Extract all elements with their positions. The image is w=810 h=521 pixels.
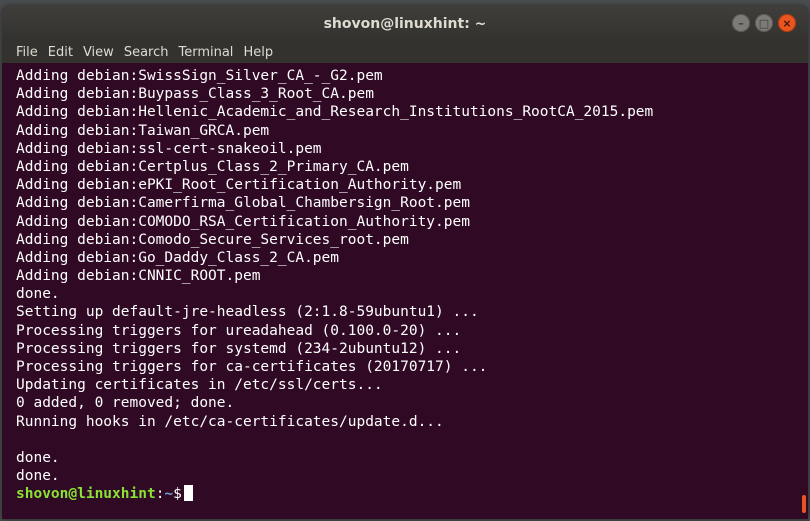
terminal-line: Adding debian:Hellenic_Academic_and_Rese… (16, 104, 654, 121)
text-cursor (183, 485, 193, 502)
prompt-line[interactable]: shovon@linuxhint:~$ (16, 485, 808, 503)
prompt-symbol: $ (173, 486, 182, 503)
terminal-output[interactable]: Adding debian:SwissSign_Silver_CA_-_G2.p… (2, 63, 808, 519)
terminal-line: Adding debian:SwissSign_Silver_CA_-_G2.p… (16, 68, 383, 84)
menu-help[interactable]: Help (238, 45, 278, 60)
terminal-line: Adding debian:Comodo_Secure_Services_roo… (16, 231, 409, 248)
scrollbar[interactable] (802, 495, 806, 513)
terminal-line: Adding debian:Buypass_Class_3_Root_CA.pe… (16, 86, 374, 103)
terminal-line: Adding debian:Certplus_Class_2_Primary_C… (16, 158, 409, 175)
terminal-line: 0 added, 0 removed; done. (16, 395, 235, 412)
menu-file[interactable]: File (11, 45, 43, 60)
terminal-line: Processing triggers for systemd (234-2ub… (16, 340, 462, 357)
terminal-line: done. (16, 449, 60, 466)
menu-edit[interactable]: Edit (43, 45, 78, 60)
terminal-line: Setting up default-jre-headless (2:1.8-5… (16, 304, 479, 321)
menu-view[interactable]: View (78, 45, 119, 60)
maximize-icon: □ (758, 16, 770, 30)
title-bar[interactable]: shovon@linuxhint: ~ – □ × (2, 6, 808, 41)
close-icon: × (782, 16, 792, 30)
window-title: shovon@linuxhint: ~ (323, 15, 487, 32)
terminal-line: Processing triggers for ca-certificates … (16, 359, 488, 375)
terminal-line: Running hooks in /etc/ca-certificates/up… (16, 413, 444, 430)
terminal-line: Adding debian:CNNIC_ROOT.pem (16, 268, 261, 285)
terminal-line: done. (16, 286, 60, 303)
terminal-line: Adding debian:ssl-cert-snakeoil.pem (16, 140, 322, 157)
minimize-button[interactable]: – (732, 14, 750, 32)
terminal-line: Adding debian:COMODO_RSA_Certification_A… (16, 213, 470, 230)
terminal-line: done. (16, 468, 60, 485)
terminal-line: Adding debian:Go_Daddy_Class_2_CA.pem (16, 249, 340, 266)
window-controls: – □ × (732, 14, 796, 32)
menu-terminal[interactable]: Terminal (173, 45, 238, 60)
prompt-user-host: shovon@linuxhint (16, 486, 156, 503)
terminal-line: Adding debian:Camerfirma_Global_Chambers… (16, 195, 470, 212)
terminal-line: Processing triggers for ureadahead (0.10… (16, 322, 462, 339)
terminal-line: Adding debian:ePKI_Root_Certification_Au… (16, 177, 462, 194)
menu-bar: File Edit View Search Terminal Help (2, 41, 808, 63)
terminal-line: Updating certificates in /etc/ssl/certs.… (16, 377, 383, 394)
terminal-line: Adding debian:Taiwan_GRCA.pem (16, 122, 270, 139)
close-button[interactable]: × (778, 14, 796, 32)
terminal-window: shovon@linuxhint: ~ – □ × File Edit View… (2, 6, 808, 519)
maximize-button[interactable]: □ (755, 14, 773, 32)
menu-search[interactable]: Search (119, 45, 174, 60)
minimize-icon: – (738, 16, 744, 30)
prompt-path: ~ (164, 486, 174, 503)
